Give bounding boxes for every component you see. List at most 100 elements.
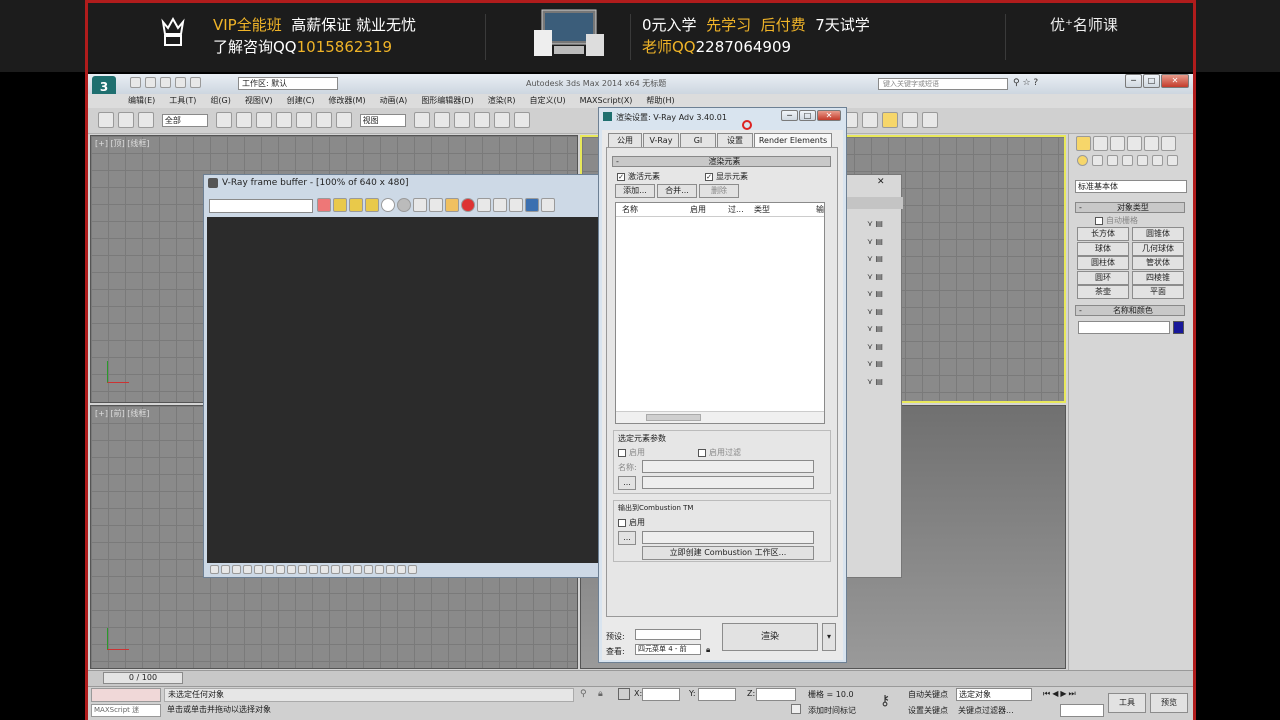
pyramid-button[interactable]: 四棱锥: [1132, 271, 1184, 285]
select-manipulate-icon[interactable]: [433, 112, 450, 128]
bind-space-warp-icon[interactable]: [138, 112, 154, 128]
isolate-icon[interactable]: ⚲: [580, 689, 587, 699]
vfb-bottom-tool-icon[interactable]: [364, 565, 373, 574]
motion-panel-icon[interactable]: [1127, 136, 1142, 151]
menu-create[interactable]: 创建(C): [287, 96, 315, 105]
x-coordinate-field[interactable]: [642, 688, 680, 701]
clear-image-icon[interactable]: [429, 198, 443, 212]
history-icon[interactable]: [525, 198, 539, 212]
preset-dropdown[interactable]: [635, 629, 701, 640]
alpha-channel-icon[interactable]: [365, 198, 379, 212]
select-by-name-icon[interactable]: [235, 112, 252, 128]
merge-element-button[interactable]: 合并...: [657, 184, 697, 198]
combustion-enable-checkbox[interactable]: 启用: [618, 517, 645, 528]
menu-rendering[interactable]: 渲染(R): [488, 96, 516, 105]
tab-render-elements[interactable]: Render Elements: [754, 133, 832, 147]
absolute-mode-icon[interactable]: [618, 688, 630, 700]
undo-icon[interactable]: [175, 77, 186, 88]
vfb-bottom-tool-icon[interactable]: [254, 565, 263, 574]
shapes-icon[interactable]: [1092, 155, 1103, 166]
vfb-bottom-tool-icon[interactable]: [298, 565, 307, 574]
utilities-panel-icon[interactable]: [1161, 136, 1176, 151]
vfb-bottom-tool-icon[interactable]: [397, 565, 406, 574]
move-icon[interactable]: [295, 112, 312, 128]
tab-settings[interactable]: 设置: [717, 133, 753, 147]
vfb-bottom-tool-icon[interactable]: [375, 565, 384, 574]
cylinder-button[interactable]: 圆柱体: [1077, 256, 1129, 270]
dialog-minimize-button[interactable]: ─: [781, 110, 798, 121]
angle-snap-icon[interactable]: [493, 112, 510, 128]
select-object-icon[interactable]: [215, 112, 232, 128]
dialog-maximize-button[interactable]: □: [799, 110, 816, 121]
column-filter[interactable]: 过...: [728, 203, 744, 216]
save-file-icon[interactable]: [160, 77, 171, 88]
torus-button[interactable]: 圆环: [1077, 271, 1129, 285]
list-horizontal-scrollbar[interactable]: [616, 411, 824, 423]
lens-effects-icon[interactable]: [541, 198, 555, 212]
scene-explorer-close-icon[interactable]: ✕: [877, 177, 885, 187]
folder-icon[interactable]: [445, 198, 459, 212]
add-element-button[interactable]: 添加...: [615, 184, 655, 198]
z-coordinate-field[interactable]: [756, 688, 796, 701]
teapot-button[interactable]: 茶壶: [1077, 285, 1129, 299]
render-dropdown-arrow[interactable]: ▾: [822, 623, 836, 651]
space-warps-icon[interactable]: [1152, 155, 1163, 166]
pivot-icon[interactable]: [413, 112, 430, 128]
selection-filter-dropdown[interactable]: 全部: [161, 114, 208, 127]
region-render-icon[interactable]: [477, 198, 491, 212]
render-button[interactable]: 渲染: [722, 623, 818, 651]
hierarchy-panel-icon[interactable]: [1110, 136, 1125, 151]
maximize-button[interactable]: □: [1143, 74, 1160, 88]
redo-icon[interactable]: [190, 77, 201, 88]
modify-panel-icon[interactable]: [1093, 136, 1108, 151]
vfb-bottom-tool-icon[interactable]: [408, 565, 417, 574]
menu-customize[interactable]: 自定义(U): [530, 96, 566, 105]
key-set-dropdown[interactable]: 选定对象: [956, 688, 1032, 701]
combustion-path-field[interactable]: [642, 531, 814, 544]
new-file-icon[interactable]: [130, 77, 141, 88]
time-slider[interactable]: 0 / 100: [103, 672, 183, 684]
object-name-field[interactable]: [1078, 321, 1170, 334]
menu-graph-editors[interactable]: 图形编辑器(D): [421, 96, 473, 105]
menu-modifiers[interactable]: 修改器(M): [328, 96, 365, 105]
snaps-toggle-icon[interactable]: [473, 112, 490, 128]
geometry-category-dropdown[interactable]: 标准基本体: [1075, 180, 1187, 193]
open-file-icon[interactable]: [145, 77, 156, 88]
maxscript-listener-field[interactable]: [91, 688, 161, 702]
cameras-icon[interactable]: [1122, 155, 1133, 166]
vfb-bottom-tool-icon[interactable]: [232, 565, 241, 574]
time-tag-icon[interactable]: [791, 704, 801, 714]
vfb-bottom-tool-icon[interactable]: [287, 565, 296, 574]
create-combustion-button[interactable]: 立即创建 Combustion 工作区...: [642, 546, 814, 560]
minimize-button[interactable]: ─: [1125, 74, 1142, 88]
object-color-swatch[interactable]: [1173, 321, 1184, 334]
column-type[interactable]: 类型: [754, 203, 770, 216]
tools-dropdown[interactable]: 工具: [1108, 693, 1146, 713]
workspace-dropdown[interactable]: 工作区: 默认: [238, 77, 338, 90]
vfb-bottom-tool-icon[interactable]: [276, 565, 285, 574]
tab-common[interactable]: 公用: [608, 133, 642, 147]
playback-controls[interactable]: ⏮◀▶⏭: [1043, 689, 1078, 699]
current-frame-field[interactable]: [1060, 704, 1104, 717]
key-filters-button[interactable]: 关键点过滤器...: [958, 705, 1014, 716]
vfb-bottom-tool-icon[interactable]: [210, 565, 219, 574]
element-browse-button[interactable]: ...: [618, 476, 636, 490]
window-crossing-icon[interactable]: [275, 112, 292, 128]
autogrid-checkbox[interactable]: 自动栅格: [1095, 215, 1138, 226]
keyboard-shortcut-icon[interactable]: [453, 112, 470, 128]
column-name[interactable]: 名称: [622, 203, 638, 216]
close-button[interactable]: ✕: [1161, 74, 1189, 88]
element-enable-checkbox[interactable]: 启用: [618, 447, 645, 458]
box-button[interactable]: 长方体: [1077, 227, 1129, 241]
view-dropdown[interactable]: 四元菜单 4 - 前: [635, 644, 701, 655]
unlink-icon[interactable]: [118, 112, 134, 128]
tube-button[interactable]: 管状体: [1132, 256, 1184, 270]
menu-maxscript[interactable]: MAXScript(X): [580, 96, 633, 105]
object-type-rollout-header[interactable]: - 对象类型: [1075, 202, 1185, 213]
render-elements-rollout-header[interactable]: - 渲染元素: [612, 156, 831, 167]
render-production-icon[interactable]: [922, 112, 938, 128]
vfb-image-area[interactable]: [207, 217, 598, 563]
name-color-rollout-header[interactable]: - 名称和颜色: [1075, 305, 1185, 316]
viewport-front-label[interactable]: [+] [前] [线框]: [95, 408, 150, 419]
column-output[interactable]: 输: [816, 203, 824, 216]
